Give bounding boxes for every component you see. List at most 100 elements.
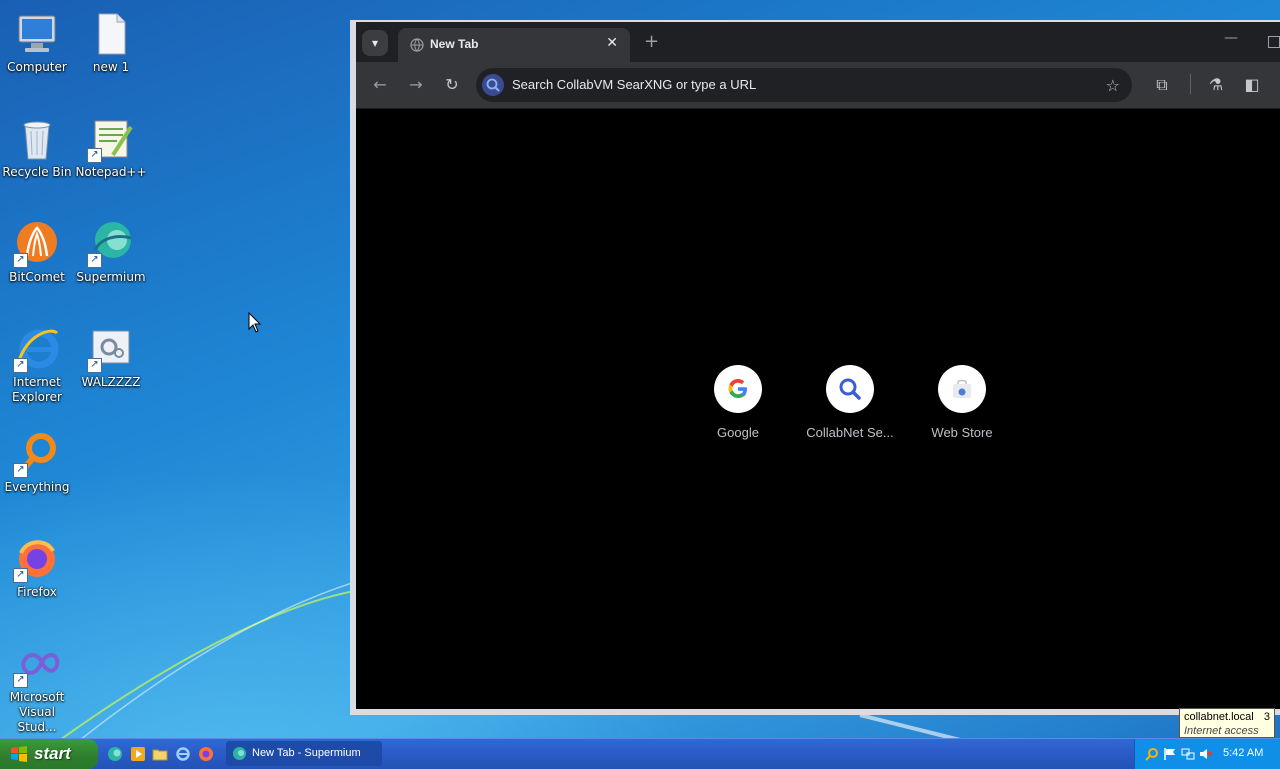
network-tray-icon[interactable]: [1181, 747, 1195, 761]
taskbar-button-supermium[interactable]: New Tab - Supermium: [226, 741, 382, 766]
browser-frame: ▾ New Tab ✕ + — ← → ↻ Search CollabVM Se…: [356, 22, 1280, 709]
reload-icon[interactable]: ↻: [442, 75, 462, 95]
star-icon[interactable]: ☆: [1106, 76, 1120, 95]
start-label: start: [34, 744, 71, 763]
notepadpp-icon: ↗: [87, 115, 135, 163]
side-panel-icon[interactable]: ◧: [1242, 75, 1262, 95]
taskbar: start New Tab - Supermium 5:42 AM: [0, 738, 1280, 769]
minimize-icon[interactable]: —: [1224, 30, 1238, 46]
shortcut-arrow-icon: ↗: [87, 253, 102, 268]
desktop-icon-internet-explorer[interactable]: ↗ Internet Explorer: [0, 325, 74, 405]
tab-search-button[interactable]: ▾: [362, 30, 388, 56]
desktop-icon-label: Recycle Bin: [2, 165, 72, 179]
shortcut-arrow-icon: ↗: [13, 568, 28, 583]
shortcut-icon-circle: [938, 365, 986, 413]
bitcomet-icon: ↗: [13, 220, 61, 268]
shortcut-collabnet-search[interactable]: CollabNet Se...: [794, 365, 906, 440]
web-store-icon: [953, 379, 971, 398]
browser-window: ▾ New Tab ✕ + — ← → ↻ Search CollabVM Se…: [350, 20, 1280, 715]
folder-quicklaunch-icon[interactable]: [152, 746, 168, 762]
desktop-icon-notepadpp[interactable]: ↗ Notepad++: [74, 115, 148, 180]
media-player-quicklaunch-icon[interactable]: [130, 746, 146, 762]
text-file-icon: [87, 10, 135, 58]
system-tray: 5:42 AM: [1134, 739, 1280, 769]
shortcut-arrow-icon: ↗: [13, 253, 28, 268]
new-tab-page: Google CollabNet Se... Web Store: [356, 109, 1280, 709]
desktop-icon-label: WALZZZZ: [81, 375, 141, 389]
recycle-bin-icon: [13, 115, 61, 163]
tab-strip: ▾ New Tab ✕ + —: [356, 22, 1280, 62]
desktop-icon-recycle-bin[interactable]: Recycle Bin: [0, 115, 74, 180]
google-icon: [728, 379, 747, 398]
everything-search-icon: ↗: [13, 430, 61, 478]
shortcut-icon-circle: [826, 365, 874, 413]
flag-tray-icon[interactable]: [1163, 747, 1177, 761]
search-icon: [482, 74, 504, 96]
desktop-icon-new1[interactable]: new 1: [74, 10, 148, 75]
desktop-icon-visual-studio[interactable]: ↗ Microsoft Visual Stud...: [0, 640, 74, 735]
forward-arrow-icon[interactable]: →: [406, 75, 426, 95]
search-tray-icon[interactable]: [1145, 747, 1159, 761]
shortcut-label: Web Store: [931, 425, 993, 440]
maximize-icon[interactable]: [1268, 36, 1280, 48]
address-bar[interactable]: Search CollabVM SearXNG or type a URL ☆: [476, 68, 1132, 102]
tooltip-count: 3: [1263, 711, 1270, 723]
desktop-icon-label: Microsoft Visual Stud...: [9, 690, 65, 734]
chevron-down-icon: ▾: [371, 36, 379, 50]
desktop-icon-label: Internet Explorer: [12, 375, 62, 404]
desktop-icon-label: BitComet: [9, 270, 65, 284]
tab-new-tab[interactable]: New Tab ✕: [398, 28, 630, 62]
supermium-quicklaunch-icon[interactable]: [107, 746, 123, 762]
desktop-icon-label: Notepad++: [75, 165, 147, 179]
tooltip-network-name: collabnet.local: [1184, 711, 1254, 723]
desktop-icon-walzzzz[interactable]: ↗ WALZZZZ: [74, 325, 148, 390]
desktop-icon-computer[interactable]: Computer: [0, 10, 74, 75]
firefox-quicklaunch-icon[interactable]: [198, 746, 214, 762]
shortcut-arrow-icon: ↗: [13, 358, 28, 373]
start-button[interactable]: start: [0, 739, 98, 769]
toolbar-divider: [1190, 74, 1191, 94]
shortcut-arrow-icon: ↗: [87, 358, 102, 373]
shortcut-web-store[interactable]: Web Store: [906, 365, 1018, 440]
tab-title: New Tab: [430, 37, 479, 51]
browser-toolbar: ← → ↻ Search CollabVM SearXNG or type a …: [356, 62, 1280, 109]
address-bar-placeholder: Search CollabVM SearXNG or type a URL: [512, 77, 757, 92]
tooltip-status: Internet access: [1184, 725, 1259, 737]
labs-flask-icon[interactable]: ⚗: [1206, 75, 1226, 95]
extensions-icon[interactable]: ⧉: [1152, 75, 1172, 95]
desktop-icon-supermium[interactable]: ↗ Supermium: [74, 220, 148, 285]
shortcut-arrow-icon: ↗: [13, 673, 28, 688]
desktop-icon-label: Everything: [4, 480, 70, 494]
shortcut-label: CollabNet Se...: [806, 425, 894, 440]
desktop-icon-label: Firefox: [17, 585, 57, 599]
shortcut-icon-circle: [714, 365, 762, 413]
internet-explorer-icon: ↗: [13, 325, 61, 373]
desktop-icon-label: new 1: [92, 60, 130, 74]
search-icon: [839, 378, 861, 400]
close-icon[interactable]: ✕: [606, 35, 618, 51]
desktop-icon-everything[interactable]: ↗ Everything: [0, 430, 74, 495]
desktop-icon-bitcomet[interactable]: ↗ BitComet: [0, 220, 74, 285]
back-arrow-icon[interactable]: ←: [370, 75, 390, 95]
internet-explorer-quicklaunch-icon[interactable]: [175, 746, 191, 762]
shortcut-google[interactable]: Google: [682, 365, 794, 440]
windows-flag-icon: [11, 746, 27, 762]
new-tab-button[interactable]: +: [644, 31, 659, 52]
supermium-icon: [233, 747, 246, 760]
desktop-icon-label: Supermium: [76, 270, 146, 284]
volume-muted-icon[interactable]: [1199, 747, 1213, 761]
desktop-icon-firefox[interactable]: ↗ Firefox: [0, 535, 74, 600]
shortcut-arrow-icon: ↗: [87, 148, 102, 163]
settings-app-icon: ↗: [87, 325, 135, 373]
visual-studio-icon: ↗: [13, 640, 61, 688]
firefox-icon: ↗: [13, 535, 61, 583]
desktop-icon-label: Computer: [7, 60, 67, 74]
computer-icon: [13, 10, 61, 58]
taskbar-button-label: New Tab - Supermium: [252, 747, 361, 759]
supermium-icon: ↗: [87, 220, 135, 268]
globe-icon: [410, 38, 424, 52]
shortcut-label: Google: [717, 425, 759, 440]
shortcut-arrow-icon: ↗: [13, 463, 28, 478]
clock[interactable]: 5:42 AM: [1223, 747, 1263, 759]
network-tooltip: collabnet.local 3 Internet access: [1179, 708, 1275, 738]
